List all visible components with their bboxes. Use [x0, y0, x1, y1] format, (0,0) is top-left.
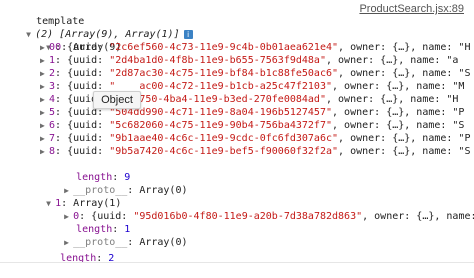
group-0-item-8[interactable]: ▶ 8: {uuid: "9b5a7420-4c6c-11e9-bef5-f900… — [40, 145, 470, 158]
owner-name-preview: owner: {…}, name: "s — [374, 211, 474, 222]
group-1-row[interactable]: ▼ 1: Array(1) — [22, 184, 121, 209]
uuid-key: {uuid: — [67, 120, 104, 131]
root-array-row[interactable]: ▼ (2) [Array(9), Array(1)] i — [2, 15, 193, 40]
group-1-length: length: 1 — [76, 224, 131, 235]
owner-name-preview: owner: {…}, name: "S — [344, 120, 465, 131]
uuid-key: {uuid: — [67, 68, 104, 79]
group-0-item-0[interactable]: ▶ 0: {uuid: "2c6ef560-4c73-11e9-9c4b-0b01… — [40, 41, 470, 54]
expand-triangle-icon[interactable]: ▶ — [40, 145, 49, 158]
proto-value: Array(0) — [139, 185, 188, 196]
group-1-proto[interactable]: ▶ __proto__: Array(0) — [40, 223, 187, 248]
uuid-value: " ac00-4c72-11e9-b1cb-a25c47f2103" — [109, 81, 332, 92]
expand-triangle-icon[interactable]: ▶ — [40, 54, 49, 67]
owner-name-preview: owner: {…}, name: "H — [350, 42, 471, 53]
uuid-value: "2d4ba1d0-4f8b-11e9-b655-7563f9d48a" — [109, 55, 326, 66]
divider — [0, 262, 474, 263]
group-0-proto[interactable]: ▶ __proto__: Array(0) — [40, 171, 187, 196]
owner-name-preview: owner: {…}, name: "a — [338, 55, 459, 66]
owner-name-preview: owner: {…}, name: "S — [350, 68, 471, 79]
owner-name-preview: owner: {…}, name: "S — [350, 146, 471, 157]
expand-triangle-icon[interactable]: ▶ — [40, 93, 49, 106]
source-link[interactable]: ProductSearch.jsx:89 — [359, 3, 464, 15]
group-0-row[interactable]: ▼ 0: Array(9) — [22, 28, 121, 53]
group-0-item-7[interactable]: ▶ 7: {uuid: "9b1aae40-4c6c-11e9-9cdc-0fc6… — [40, 132, 470, 145]
proto-value: Array(0) — [139, 237, 188, 248]
owner-name-preview: owner: {…}, name: "H — [338, 94, 459, 105]
uuid-key: {uuid: — [67, 55, 104, 66]
group-0-length: length: 9 — [76, 172, 131, 183]
uuid-value: "95d016b0-4f80-11e9-a20b-7d38a782d863" — [133, 211, 363, 222]
uuid-key: {uuid: — [67, 133, 104, 144]
group-0-item-6[interactable]: ▶ 6: {uuid: "5c682060-4c75-11e9-90b4-756b… — [40, 119, 464, 132]
uuid-value: "5c682060-4c75-11e9-90b4-756ba4372f7" — [109, 120, 332, 131]
root-length: length: 2 — [60, 253, 115, 264]
owner-name-preview: owner: {…}, name: "P — [350, 133, 471, 144]
expand-triangle-icon[interactable]: ▶ — [40, 106, 49, 119]
uuid-value: "504dd990-4c71-11e9-8a04-196b5127457" — [109, 107, 332, 118]
owner-name-preview: owner: {…}, name: "M — [344, 81, 465, 92]
expand-triangle-icon[interactable]: ▶ — [40, 132, 49, 145]
group-1-item-0[interactable]: ▶ 0: {uuid: "95d016b0-4f80-11e9-a20b-7d38… — [40, 197, 474, 222]
expand-triangle-icon[interactable]: ▶ — [40, 41, 49, 54]
uuid-value: "9b5a7420-4c6c-11e9-bef5-f90060f32f2a" — [109, 146, 339, 157]
uuid-value: " c750-4ba4-11e9-b3ed-270fe0084ad" — [109, 94, 326, 105]
expand-triangle-icon[interactable]: ▶ — [40, 80, 49, 93]
uuid-key: {uuid: — [67, 42, 104, 53]
group-0-item-2[interactable]: ▶ 2: {uuid: "2d87ac30-4c75-11e9-bf84-b1c8… — [40, 67, 470, 80]
group-0-item-1[interactable]: ▶ 1: {uuid: "2d4ba1d0-4f8b-11e9-b655-7563… — [40, 54, 458, 67]
uuid-key: {uuid: — [67, 146, 104, 157]
console-panel: template ProductSearch.jsx:89 ▼ (2) [Arra… — [0, 0, 474, 264]
owner-name-preview: owner: {…}, name: "P — [344, 107, 465, 118]
info-icon[interactable]: i — [183, 30, 193, 39]
log-label: template — [12, 2, 84, 27]
expand-triangle-icon[interactable]: ▶ — [40, 119, 49, 132]
uuid-value: "2c6ef560-4c73-11e9-9c4b-0b01aea621e4" — [109, 42, 339, 53]
expand-triangle-icon[interactable]: ▶ — [40, 67, 49, 80]
uuid-value: "2d87ac30-4c75-11e9-bf84-b1c88fe50ac6" — [109, 68, 339, 79]
uuid-value: "9b1aae40-4c6c-11e9-9cdc-0fc6fd307a6c" — [109, 133, 339, 144]
object-tooltip: Object — [93, 91, 141, 109]
